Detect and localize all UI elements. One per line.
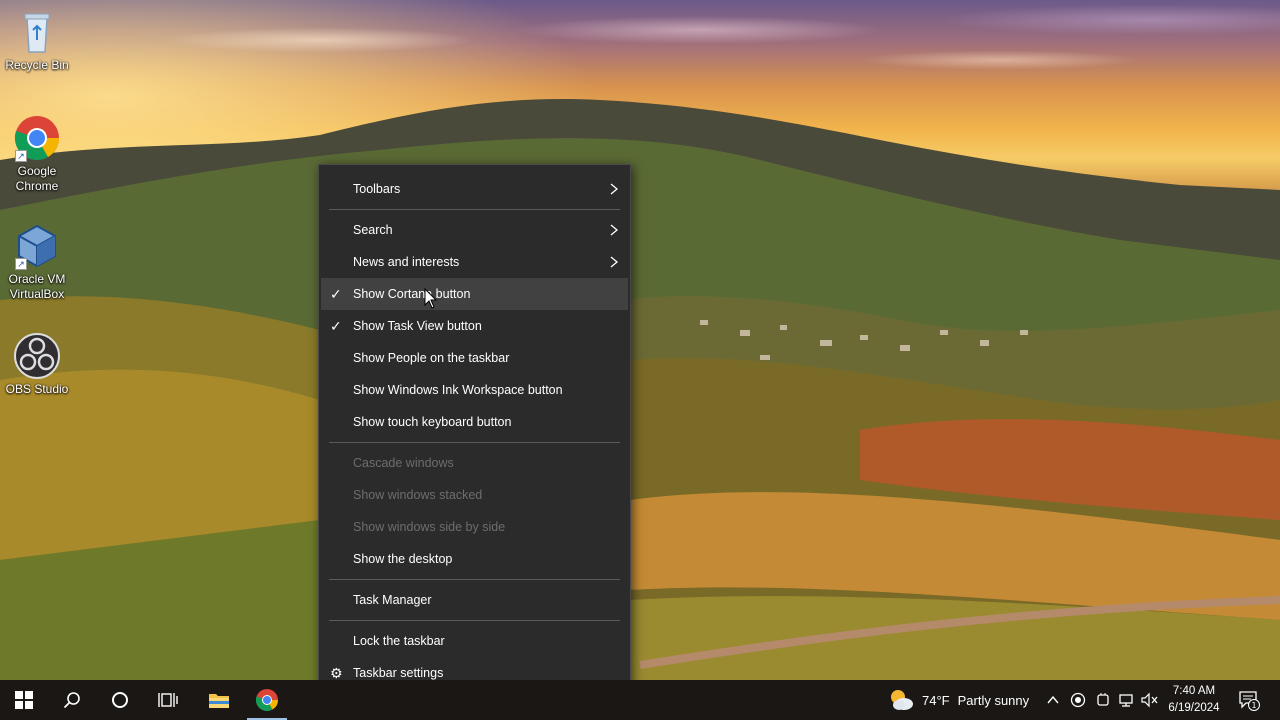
tray-device-button[interactable]: [1095, 680, 1111, 720]
checkmark-icon: ✓: [330, 318, 342, 334]
mouse-cursor-icon: [424, 288, 438, 309]
taskbar-context-menu: Toolbars Search News and interests ✓ Sho…: [318, 164, 631, 698]
device-icon: [1097, 693, 1109, 706]
desktop-icon-google-chrome[interactable]: ↗ Google Chrome: [1, 114, 73, 194]
menu-item-label: Show windows stacked: [353, 488, 483, 502]
taskbar: 74°F Partly sunny 7:40 AM 6/19/2024 1: [0, 680, 1280, 720]
desktop-icon-obs-studio[interactable]: OBS Studio: [1, 332, 73, 397]
menu-item-label: Task Manager: [353, 593, 432, 607]
desktop-icon-label: OBS Studio: [5, 382, 69, 396]
tray-network-button[interactable]: [1118, 680, 1136, 720]
desktop-icon-label: Google Chrome: [15, 164, 59, 193]
menu-item-show-people[interactable]: Show People on the taskbar: [319, 342, 630, 374]
recycle-bin-icon: [13, 8, 61, 56]
desktop-wallpaper: [0, 0, 1280, 720]
windows-start-icon: [15, 691, 33, 709]
network-icon: [1119, 694, 1133, 707]
menu-item-label: Lock the taskbar: [353, 634, 445, 648]
menu-item-show-task-view-button[interactable]: ✓ Show Task View button: [319, 310, 630, 342]
virtualbox-icon: ↗: [13, 222, 61, 270]
menu-item-toolbars[interactable]: Toolbars: [319, 173, 630, 205]
desktop-icon-virtualbox[interactable]: ↗ Oracle VM VirtualBox: [1, 222, 73, 302]
menu-item-label: Show Windows Ink Workspace button: [353, 383, 563, 397]
menu-item-label: Taskbar settings: [353, 666, 444, 680]
search-button[interactable]: [48, 680, 96, 720]
notification-icon: 1: [1239, 691, 1260, 711]
task-view-button[interactable]: [144, 680, 192, 720]
weather-widget[interactable]: 74°F Partly sunny: [888, 680, 1029, 720]
menu-item-show-windows-ink[interactable]: Show Windows Ink Workspace button: [319, 374, 630, 406]
desktop-icon-label: Oracle VM VirtualBox: [8, 272, 66, 301]
menu-separator: [329, 620, 620, 621]
menu-item-show-touch-keyboard[interactable]: Show touch keyboard button: [319, 406, 630, 438]
obs-icon: [13, 332, 61, 380]
clock-time: 7:40 AM: [1172, 685, 1216, 697]
tray-volume-button[interactable]: [1141, 680, 1159, 720]
chevron-right-icon: [610, 224, 619, 236]
menu-item-label: Show Task View button: [353, 319, 482, 333]
menu-item-news-and-interests[interactable]: News and interests: [319, 246, 630, 278]
file-explorer-icon: [209, 694, 229, 708]
weather-condition: Partly sunny: [957, 692, 1030, 708]
search-icon: [63, 692, 80, 709]
menu-item-lock-the-taskbar[interactable]: Lock the taskbar: [319, 625, 630, 657]
menu-item-show-windows-stacked: Show windows stacked: [319, 479, 630, 511]
desktop-icon-recycle-bin[interactable]: Recycle Bin: [1, 8, 73, 73]
menu-item-label: News and interests: [353, 255, 460, 269]
menu-item-label: Show touch keyboard button: [353, 415, 512, 429]
chevron-up-icon: [1047, 695, 1059, 704]
chevron-right-icon: [610, 183, 619, 195]
menu-separator: [329, 442, 620, 443]
taskbar-clock[interactable]: 7:40 AM 6/19/2024: [1164, 683, 1224, 717]
menu-item-cascade-windows: Cascade windows: [319, 447, 630, 479]
menu-item-task-manager[interactable]: Task Manager: [319, 584, 630, 616]
tray-record-button[interactable]: [1070, 680, 1086, 720]
task-view-icon: [158, 693, 178, 707]
action-center-button[interactable]: 1: [1238, 680, 1260, 720]
menu-item-label: Cascade windows: [353, 456, 454, 470]
chrome-icon: ↗: [13, 114, 61, 162]
menu-separator: [329, 579, 620, 580]
menu-item-search[interactable]: Search: [319, 214, 630, 246]
chrome-taskbar-button[interactable]: [243, 680, 291, 720]
checkmark-icon: ✓: [330, 286, 342, 302]
notification-count: 1: [1251, 701, 1256, 710]
menu-item-label: Show the desktop: [353, 552, 453, 566]
menu-item-show-windows-side-by-side: Show windows side by side: [319, 511, 630, 543]
menu-item-show-cortana-button[interactable]: ✓ Show Cortana button: [321, 278, 628, 310]
chrome-icon: [255, 689, 278, 711]
shortcut-arrow-icon: ↗: [15, 258, 27, 270]
volume-muted-icon: [1141, 692, 1158, 708]
weather-temperature: 74°F: [922, 692, 950, 708]
menu-item-show-the-desktop[interactable]: Show the desktop: [319, 543, 630, 575]
menu-item-label: Show People on the taskbar: [353, 351, 510, 365]
show-hidden-icons-button[interactable]: [1046, 680, 1060, 720]
menu-item-label: Search: [353, 223, 393, 237]
file-explorer-button[interactable]: [195, 680, 243, 720]
desktop-icon-label: Recycle Bin: [5, 58, 69, 72]
record-icon: [1070, 692, 1086, 708]
partly-sunny-icon: [891, 690, 913, 710]
cortana-icon: [112, 692, 128, 708]
menu-separator: [329, 209, 620, 210]
menu-item-label: Show Cortana button: [353, 287, 471, 301]
shortcut-arrow-icon: ↗: [15, 150, 27, 162]
cortana-button[interactable]: [96, 680, 144, 720]
menu-item-label: Show windows side by side: [353, 520, 506, 534]
start-button[interactable]: [0, 680, 48, 720]
menu-item-label: Toolbars: [353, 182, 401, 196]
clock-date: 6/19/2024: [1168, 702, 1220, 714]
chevron-right-icon: [610, 256, 619, 268]
